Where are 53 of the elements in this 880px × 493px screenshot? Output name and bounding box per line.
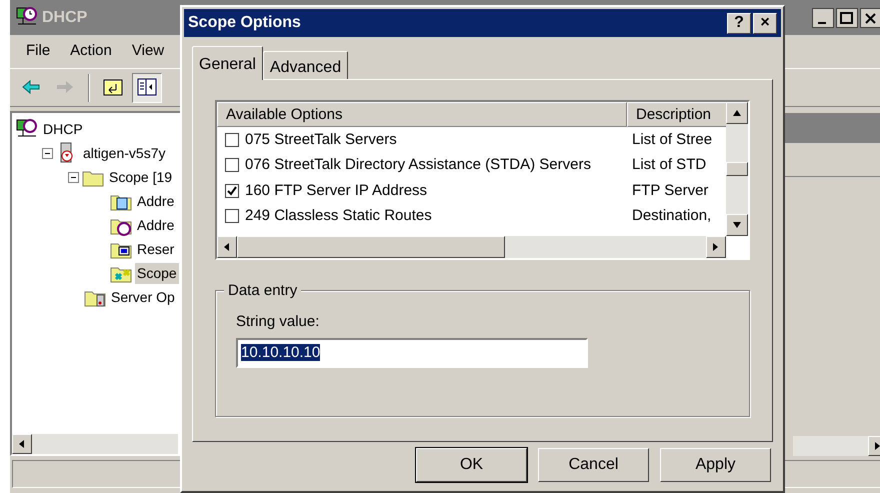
checkbox[interactable] [225, 209, 239, 224]
input-field[interactable]: 10.10.10.10 [236, 338, 588, 368]
window-title: DHCP [42, 8, 88, 28]
tree-item[interactable]: Reser [135, 238, 176, 260]
column-header[interactable]: Available Options [217, 102, 627, 127]
close-button[interactable]: × [753, 12, 777, 34]
scroll-thumb[interactable] [237, 236, 505, 258]
scroll-right-icon[interactable] [874, 441, 880, 451]
collapse-icon[interactable] [42, 148, 53, 158]
minimize-icon[interactable] [812, 8, 834, 28]
tree-item[interactable]: Addre [135, 190, 176, 212]
menu-item[interactable]: Action [60, 40, 122, 63]
scroll-thumb[interactable] [726, 162, 748, 176]
help-button[interactable]: ? [727, 12, 751, 34]
close-icon[interactable] [860, 8, 880, 28]
checkbox[interactable] [225, 184, 239, 198]
menu-item[interactable]: View [122, 40, 174, 63]
horizontal-scrollbar[interactable] [793, 436, 880, 456]
option-name: 160 FTP Server IP Address [245, 180, 428, 200]
option-name: 075 StreetTalk Servers [245, 130, 398, 150]
tree-item[interactable]: Scope [19 [107, 166, 174, 188]
scroll-up-icon[interactable] [732, 109, 742, 117]
tab[interactable]: General [192, 46, 263, 80]
dialog-button[interactable]: Apply [660, 448, 771, 482]
option-description: List of STD [632, 155, 706, 175]
tree-item[interactable]: Server Op [109, 286, 177, 308]
scroll-right-icon[interactable] [712, 242, 720, 252]
checkbox[interactable] [225, 158, 239, 172]
option-name: 076 StreetTalk Directory Assistance (STDA) Servers [245, 155, 592, 175]
option-name: 249 Classless Static Routes [245, 206, 433, 226]
scroll-left-icon[interactable] [223, 242, 231, 252]
option-description: Destination, [632, 206, 712, 226]
scroll-left-icon[interactable] [18, 439, 26, 449]
dialog-button[interactable]: OK [416, 448, 527, 482]
maximize-icon[interactable] [836, 8, 858, 28]
horizontal-scrollbar[interactable] [12, 434, 178, 454]
tree-item[interactable]: DHCP [41, 118, 85, 140]
vertical-scrollbar[interactable] [726, 102, 748, 236]
pane-button[interactable] [132, 72, 162, 102]
collapse-icon[interactable] [68, 172, 79, 182]
dialog-title: Scope Options [188, 13, 301, 33]
dialog-button[interactable]: Cancel [538, 448, 649, 482]
tree-item[interactable]: Addre [135, 214, 176, 236]
scroll-down-icon[interactable] [732, 221, 742, 229]
menu-item[interactable]: File [16, 40, 60, 63]
horizontal-scrollbar[interactable] [217, 236, 726, 258]
tree-item[interactable]: altigen-v5s7y [81, 142, 168, 164]
checkbox[interactable] [225, 132, 239, 147]
tab[interactable]: Advanced [262, 51, 348, 79]
field-label: String value: [236, 313, 320, 330]
option-description: List of Stree [632, 130, 712, 150]
tree-item[interactable]: Scope [135, 262, 179, 284]
option-description: FTP Server [632, 180, 708, 200]
